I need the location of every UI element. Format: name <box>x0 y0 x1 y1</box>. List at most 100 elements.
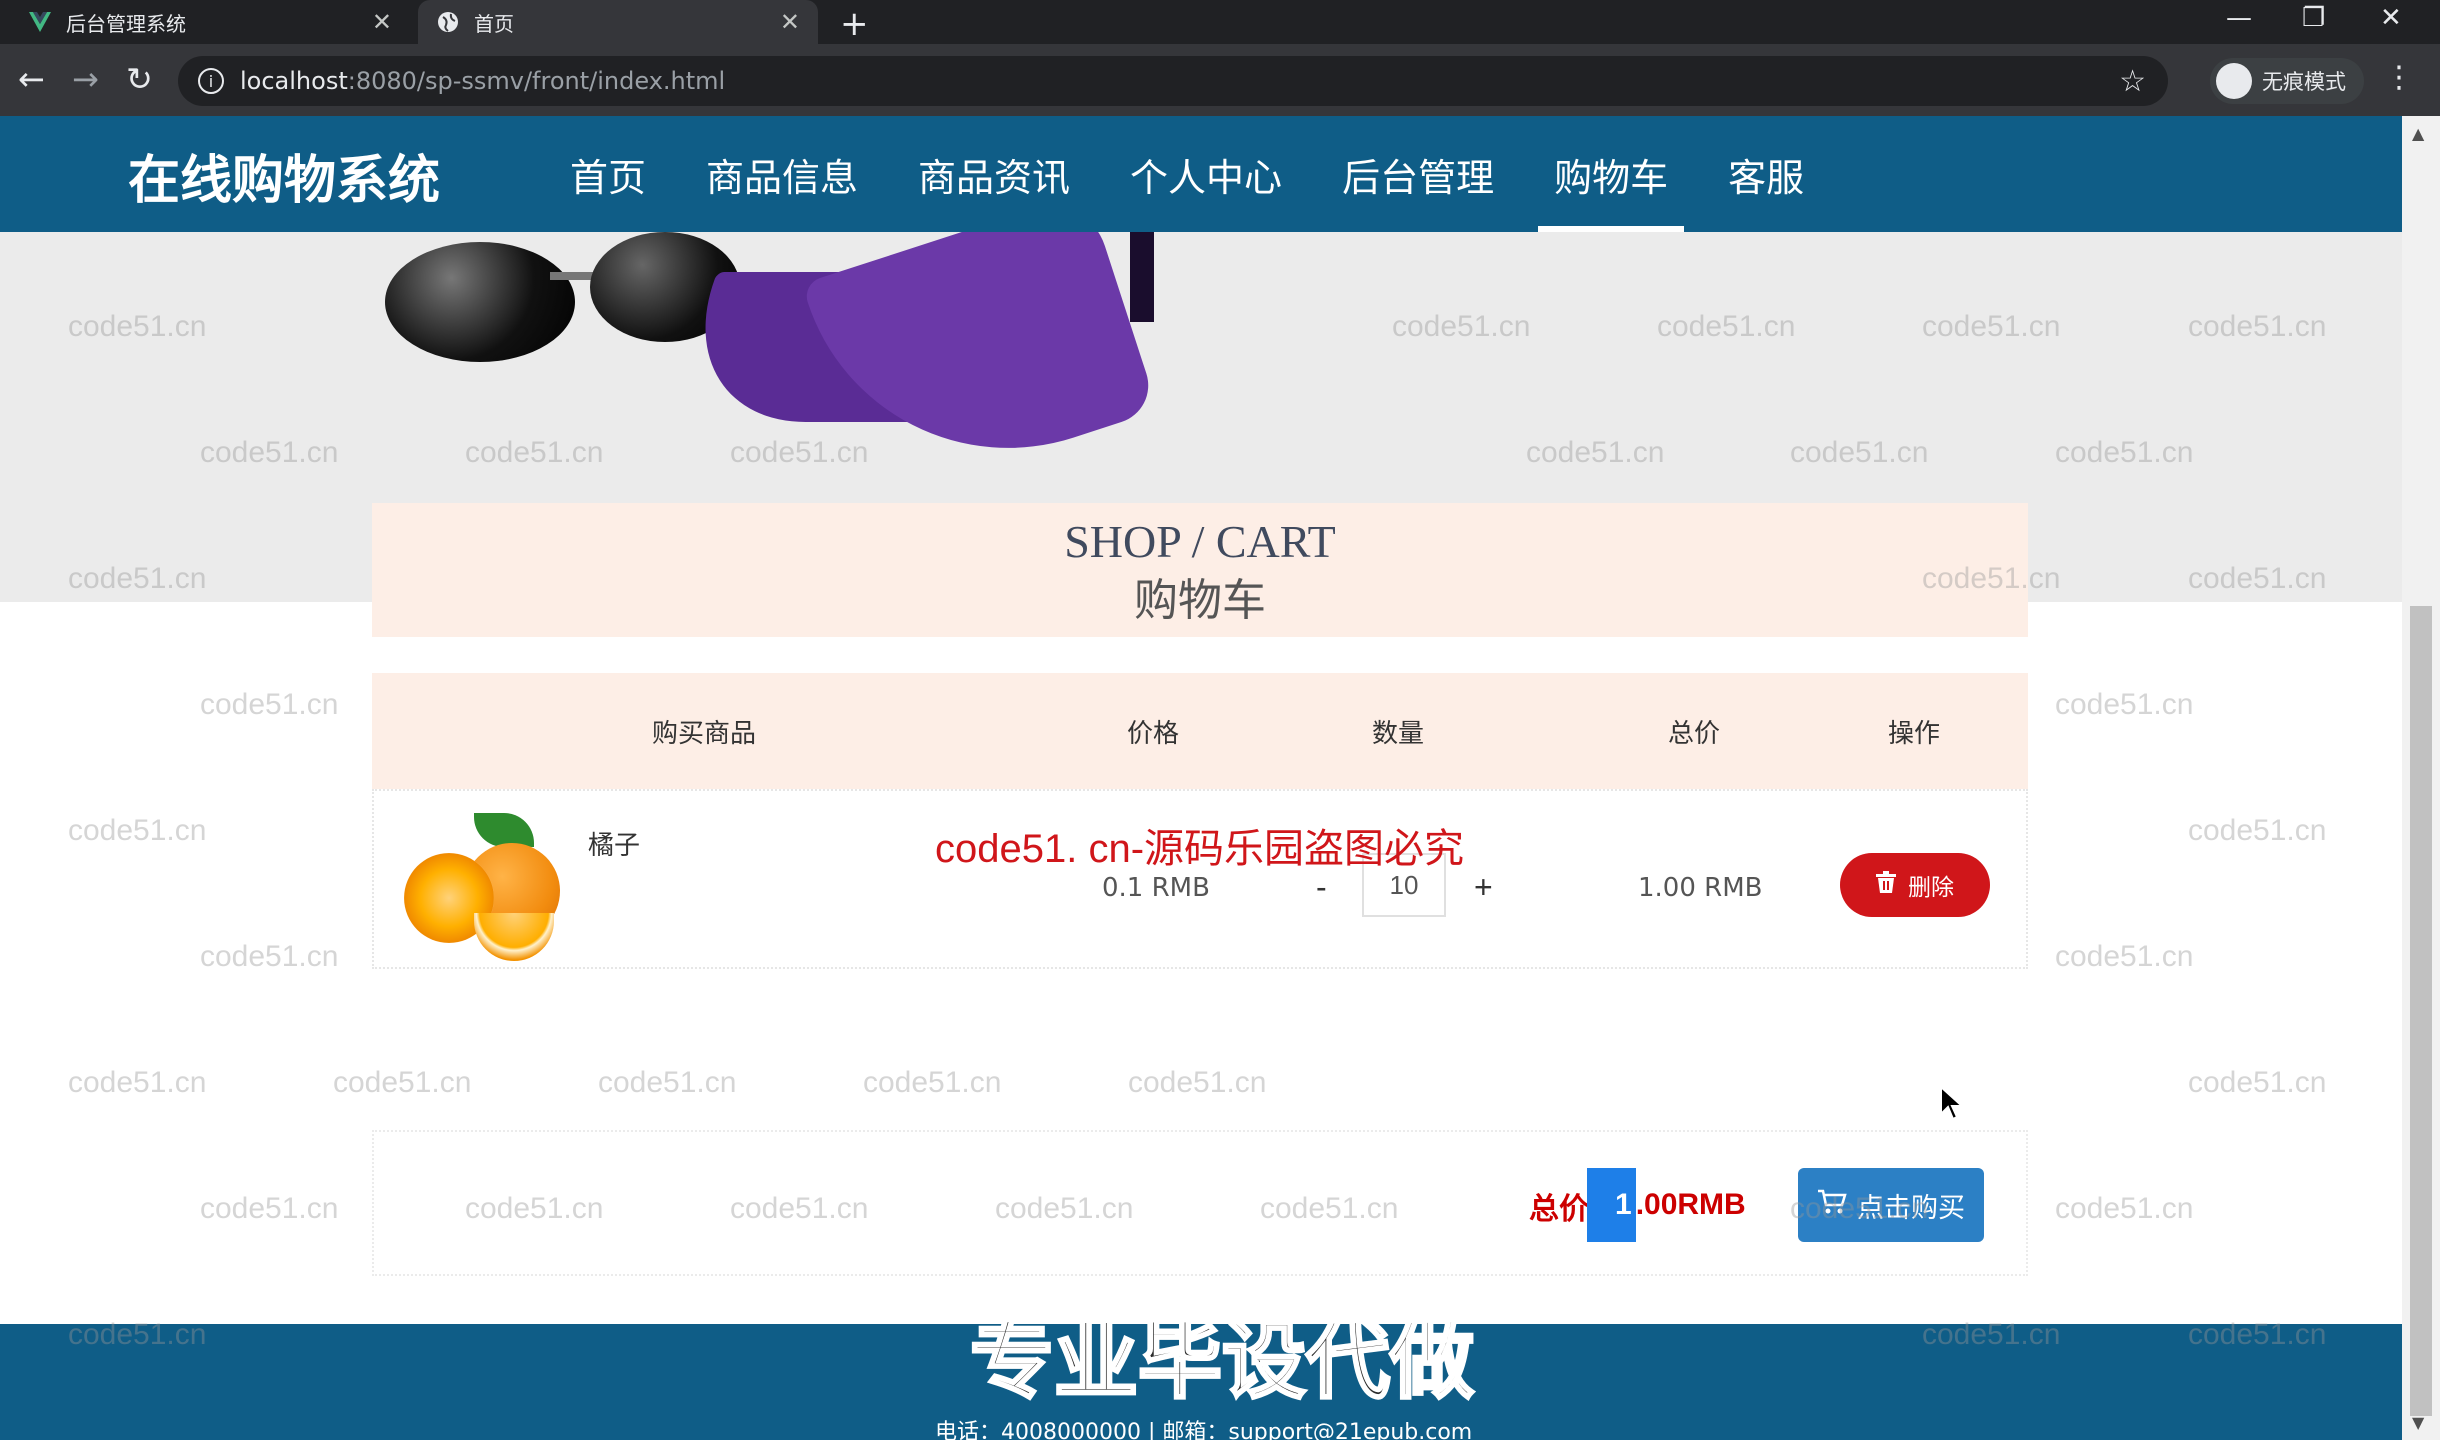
watermark-red: code51. cn-源码乐园盗图必究 <box>935 827 1465 871</box>
footer-contact: 电话：4008000000 | 邮箱：support@21epub.com <box>935 1420 1473 1440</box>
delete-label: 删除 <box>1908 874 1954 900</box>
browser-tab-strip: 后台管理系统 ✕ 首页 ✕ + — ❐ ✕ <box>0 0 2440 44</box>
cart-title: SHOP / CART 购物车 <box>372 503 2028 637</box>
watermark: code51.cn <box>863 1066 1002 1099</box>
delete-button[interactable]: 删除 <box>1840 853 1990 917</box>
nav-service[interactable]: 客服 <box>1698 116 1834 232</box>
mouse-cursor-icon <box>1940 1084 1965 1126</box>
nav-admin[interactable]: 后台管理 <box>1312 116 1524 232</box>
page-scrollbar[interactable]: ▲ ▼ <box>2402 116 2440 1440</box>
qty-decrease-button[interactable]: - <box>1316 869 1327 906</box>
restore-icon[interactable]: ❐ <box>2302 0 2325 36</box>
page-viewport: 在线购物系统 首页 商品信息 商品资讯 个人中心 后台管理 购物车 客服 SHO… <box>0 116 2402 1440</box>
tab-admin[interactable]: 后台管理系统 ✕ <box>10 0 410 44</box>
watermark: code51.cn <box>730 436 869 469</box>
watermark: code51.cn <box>1922 562 2061 595</box>
watermark: code51.cn <box>1922 310 2061 343</box>
url-path: :8080/sp-ssmv/front/index.html <box>347 67 726 95</box>
col-product: 购买商品 <box>652 719 757 749</box>
nav-cart[interactable]: 购物车 <box>1524 116 1698 232</box>
watermark-big: 专业毕设代做 <box>968 1311 1475 1412</box>
watermark: code51.cn <box>68 814 207 847</box>
site-header: 在线购物系统 首页 商品信息 商品资讯 个人中心 后台管理 购物车 客服 <box>0 116 2402 232</box>
vue-icon <box>28 10 52 34</box>
scroll-down-icon[interactable]: ▼ <box>2412 1413 2424 1432</box>
watermark: code51.cn <box>2055 436 2194 469</box>
qty-increase-button[interactable]: + <box>1474 869 1493 906</box>
selected-text: 1 <box>1587 1168 1636 1242</box>
watermark: code51.cn <box>465 1192 604 1225</box>
nav-home[interactable]: 首页 <box>540 116 676 232</box>
col-qty: 数量 <box>1372 719 1425 749</box>
address-bar[interactable]: i localhost:8080/sp-ssmv/front/index.htm… <box>178 56 2168 106</box>
watermark: code51.cn <box>2188 562 2327 595</box>
incognito-icon <box>2216 63 2252 99</box>
globe-icon <box>436 10 460 34</box>
watermark: code51.cn <box>995 1192 1134 1225</box>
watermark: code51.cn <box>2055 688 2194 721</box>
scrollbar-thumb[interactable] <box>2410 606 2432 1416</box>
watermark: code51.cn <box>1128 1066 1267 1099</box>
cart-title-en: SHOP / CART <box>1064 516 1336 567</box>
grand-total-rest: .00RMB <box>1635 1188 1746 1221</box>
product-name[interactable]: 橘子 <box>588 825 640 862</box>
watermark: code51.cn <box>1922 1318 2061 1351</box>
watermark: code51.cn <box>1526 436 1665 469</box>
nav-products[interactable]: 商品信息 <box>676 116 888 232</box>
site-brand[interactable]: 在线购物系统 <box>128 138 440 213</box>
watermark: code51.cn <box>1790 436 1929 469</box>
watermark: code51.cn <box>2055 940 2194 973</box>
back-icon[interactable]: ← <box>18 60 45 98</box>
unit-price: 0.1 RMB <box>1102 873 1210 903</box>
cart-summary: 总价： 1.00RMB 点击购买 <box>372 1130 2028 1276</box>
col-price: 价格 <box>1127 719 1180 749</box>
tab-label: 后台管理系统 <box>66 11 186 36</box>
nav-profile[interactable]: 个人中心 <box>1100 116 1312 232</box>
close-tab-icon[interactable]: ✕ <box>780 8 800 36</box>
line-total: 1.00 RMB <box>1638 873 1763 903</box>
cart-title-zh: 购物车 <box>1134 575 1266 626</box>
incognito-profile[interactable]: 无痕模式 <box>2210 58 2364 104</box>
watermark: code51.cn <box>598 1066 737 1099</box>
watermark: code51.cn <box>68 1318 207 1351</box>
watermark: code51.cn <box>1790 1192 1929 1225</box>
watermark: code51.cn <box>68 310 207 343</box>
grand-total-value: 1.00RMB <box>1587 1168 1746 1242</box>
banner-sunglasses-image <box>385 242 575 362</box>
close-window-icon[interactable]: ✕ <box>2380 0 2402 36</box>
nav-news[interactable]: 商品资讯 <box>888 116 1100 232</box>
bookmark-star-icon[interactable]: ☆ <box>2119 64 2146 99</box>
watermark: code51.cn <box>1260 1192 1399 1225</box>
reload-icon[interactable]: ↻ <box>126 60 153 98</box>
minimize-icon[interactable]: — <box>2226 0 2252 36</box>
col-total: 总价 <box>1668 719 1721 749</box>
watermark: code51.cn <box>2188 1318 2327 1351</box>
product-image[interactable] <box>404 813 564 963</box>
tab-label: 首页 <box>474 11 514 36</box>
watermark: code51.cn <box>1392 310 1531 343</box>
scroll-up-icon[interactable]: ▲ <box>2412 124 2424 143</box>
close-tab-icon[interactable]: ✕ <box>372 8 392 36</box>
watermark: code51.cn <box>200 1192 339 1225</box>
cart-table-header: 购买商品 价格 数量 总价 操作 <box>372 673 2028 789</box>
watermark: code51.cn <box>333 1066 472 1099</box>
watermark: code51.cn <box>2188 310 2327 343</box>
browser-toolbar: ← → ↻ i localhost:8080/sp-ssmv/front/ind… <box>0 44 2440 116</box>
info-icon[interactable]: i <box>198 68 224 94</box>
watermark: code51.cn <box>68 562 207 595</box>
tab-home[interactable]: 首页 ✕ <box>418 0 818 44</box>
menu-icon[interactable]: ⋮ <box>2384 60 2414 95</box>
new-tab-icon[interactable]: + <box>840 4 869 44</box>
trash-icon <box>1876 871 1896 899</box>
watermark: code51.cn <box>2055 1192 2194 1225</box>
url-host: localhost <box>240 67 348 95</box>
watermark: code51.cn <box>68 1066 207 1099</box>
watermark: code51.cn <box>200 436 339 469</box>
banner-shoe-heel <box>1130 232 1154 322</box>
watermark: code51.cn <box>2188 1066 2327 1099</box>
forward-icon[interactable]: → <box>72 60 99 98</box>
col-action: 操作 <box>1888 719 1941 749</box>
main-nav: 首页 商品信息 商品资讯 个人中心 后台管理 购物车 客服 <box>540 116 1834 232</box>
watermark: code51.cn <box>200 940 339 973</box>
watermark: code51.cn <box>200 688 339 721</box>
